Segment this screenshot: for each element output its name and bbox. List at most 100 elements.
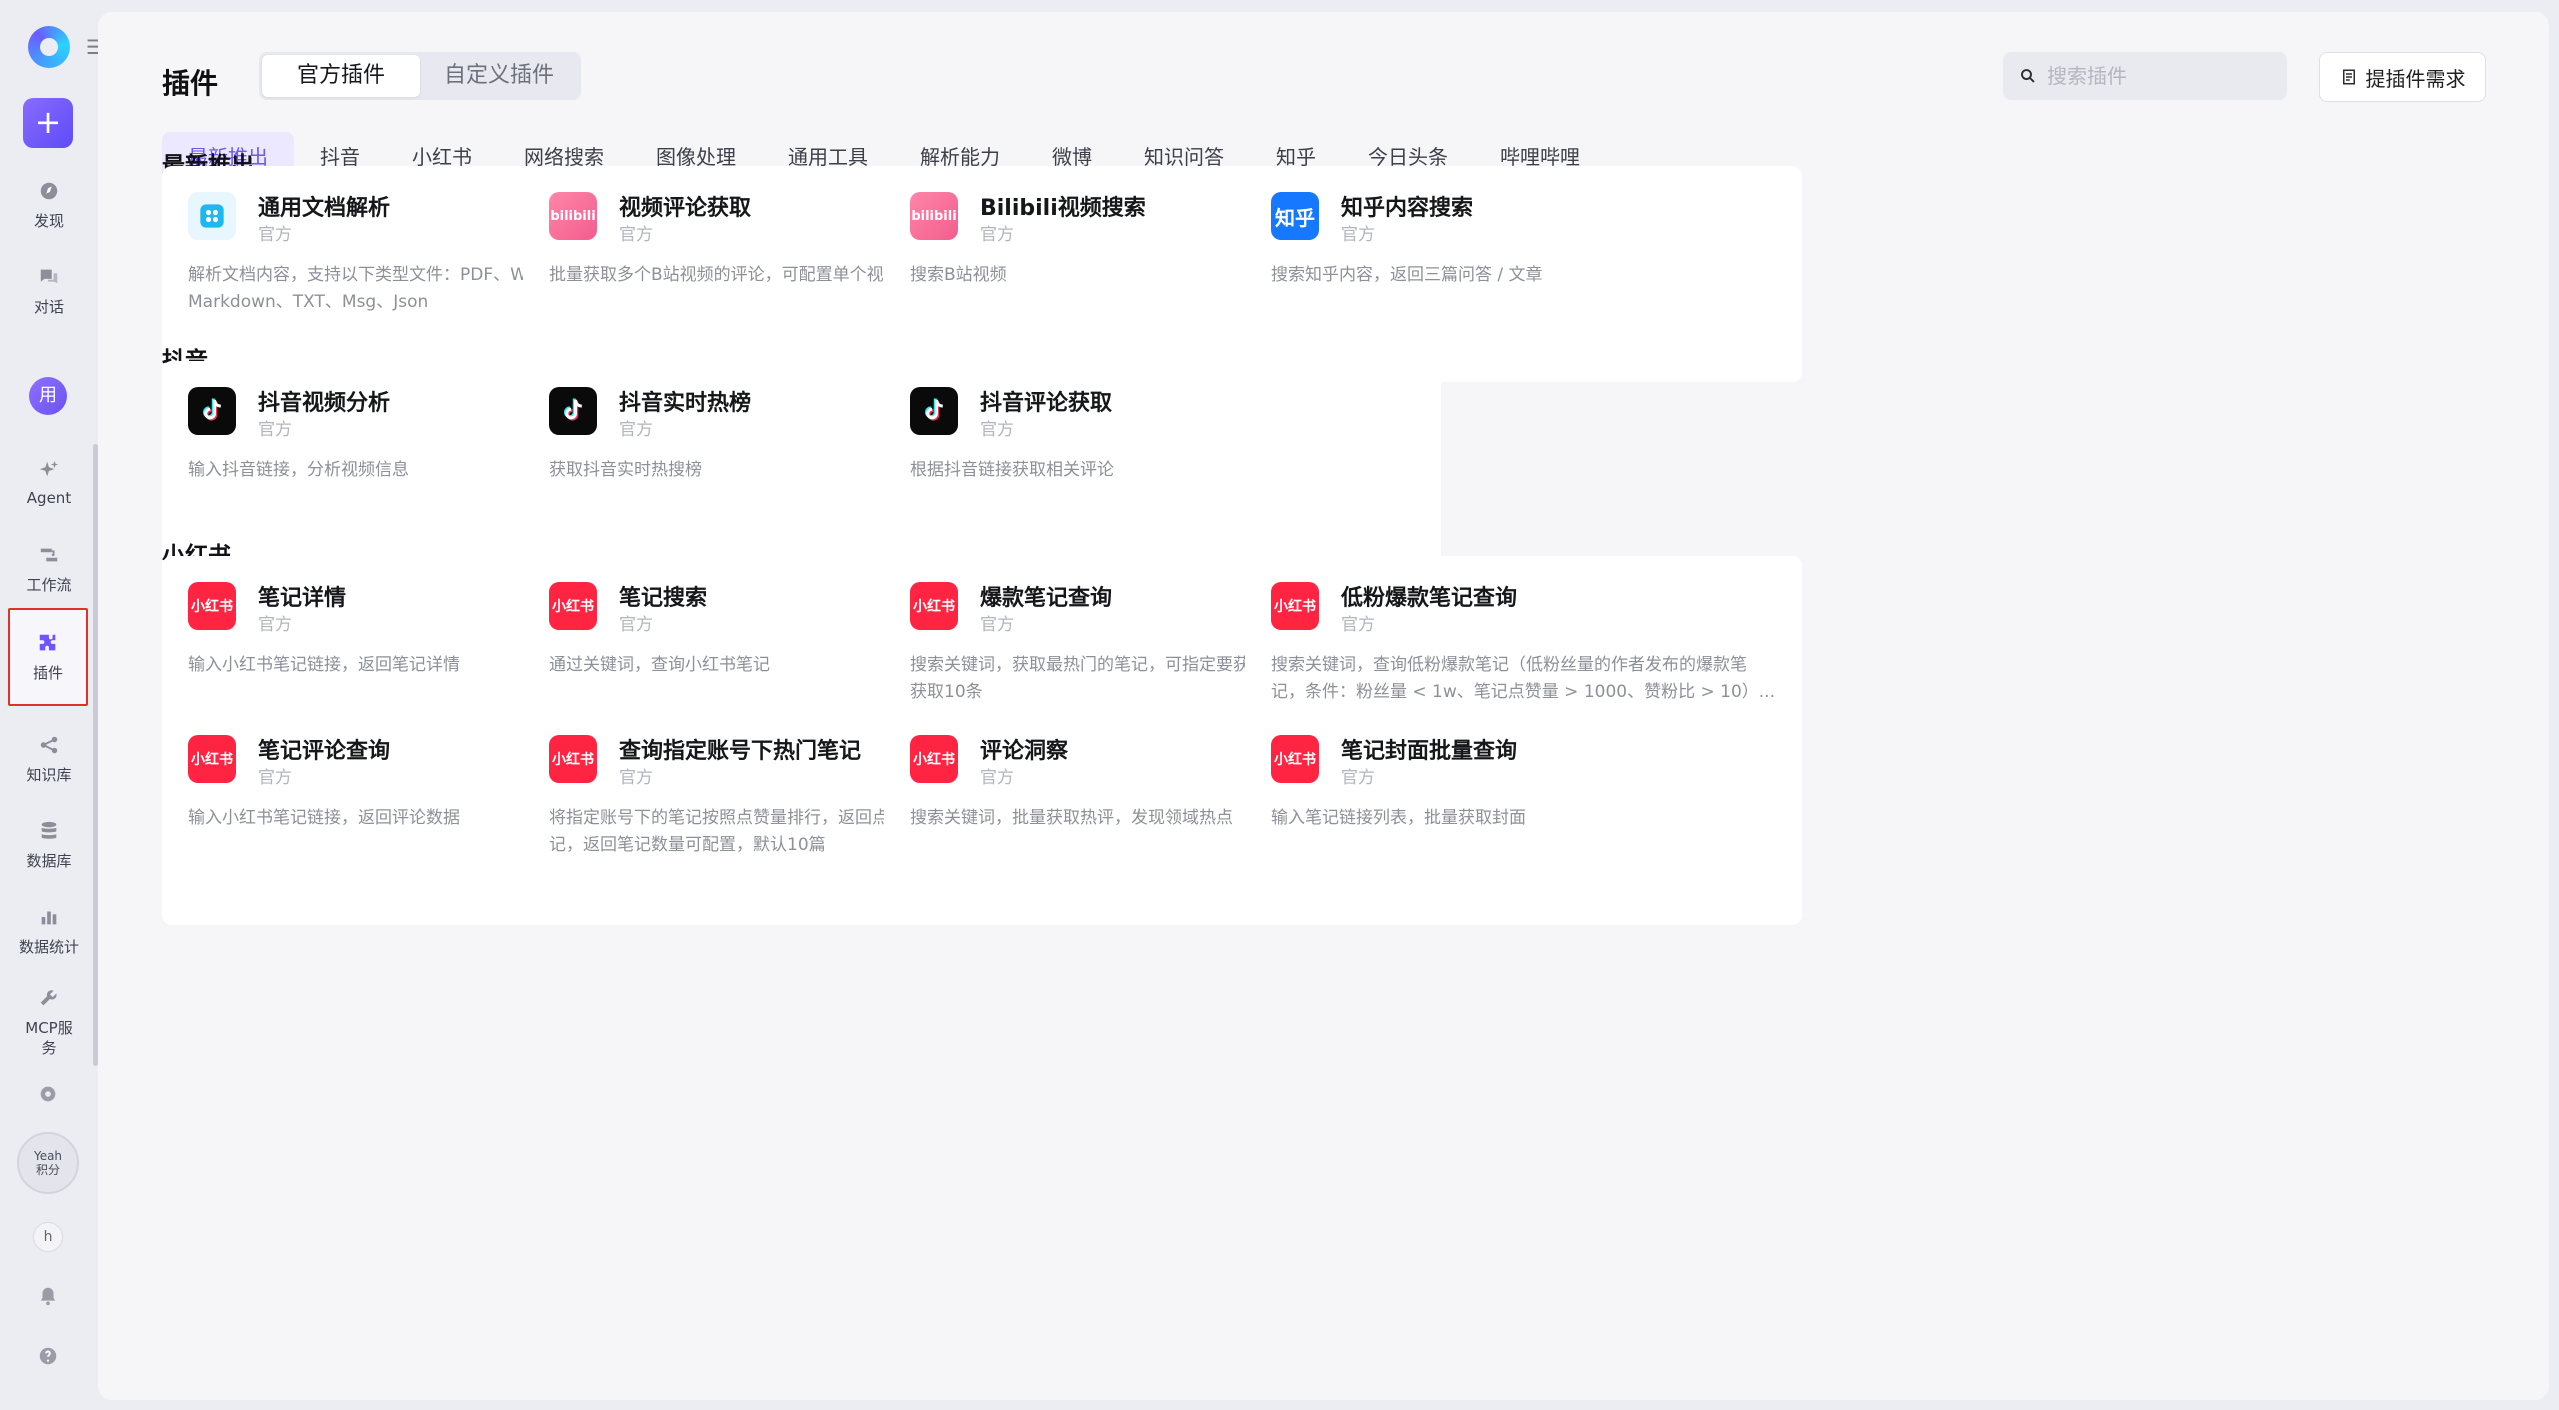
nav-label: 数据统计 <box>18 937 79 956</box>
help-icon[interactable] <box>34 1342 62 1370</box>
plugin-source: 官方 <box>258 420 292 440</box>
request-plugin-label: 提插件需求 <box>2365 66 2466 91</box>
bilibili-icon: bilibili <box>549 192 597 240</box>
icon-text: bilibili <box>550 208 596 224</box>
nav-mcp[interactable]: MCP服务 <box>0 978 98 1068</box>
plugin-source: 官方 <box>619 225 653 245</box>
plugin-icon <box>37 632 59 654</box>
search-box <box>2003 52 2287 100</box>
app-root: ☰ + 发现 对话 用 Agent 工作流 插件 知识库 数据库 数据统计 MC… <box>0 0 2559 1410</box>
app-logo[interactable] <box>28 26 70 68</box>
nav-workflow[interactable]: 工作流 <box>0 532 98 606</box>
nav-chat[interactable]: 对话 <box>0 254 98 328</box>
note-icon <box>2342 69 2355 85</box>
plugin-title: Bilibili视频搜索 <box>980 196 1146 221</box>
tab-custom[interactable]: 自定义插件 <box>420 55 578 97</box>
nav-discover[interactable]: 发现 <box>0 168 98 242</box>
plugin-source: 官方 <box>1341 225 1375 245</box>
database-icon <box>38 820 60 842</box>
plugin-source: 官方 <box>980 420 1014 440</box>
nav-label: 知识库 <box>26 765 72 784</box>
plugin-title: 笔记详情 <box>258 586 347 611</box>
plugin-title: 笔记封面批量查询 <box>1341 739 1518 764</box>
plugin-source: 官方 <box>1341 768 1375 788</box>
points-line2: 积分 <box>35 1163 60 1177</box>
nav-label: Agent <box>26 489 72 507</box>
workspace-avatar[interactable]: 用 <box>29 377 67 415</box>
sparkle-icon <box>38 459 60 481</box>
workflow-icon <box>38 544 60 566</box>
plugin-title: 笔记搜索 <box>619 586 708 611</box>
nav-label: 插件 <box>32 663 63 682</box>
settings-icon[interactable] <box>34 1080 62 1108</box>
points-badge[interactable]: Yeah 积分 <box>17 1132 79 1194</box>
nav-database[interactable]: 数据库 <box>0 808 98 882</box>
new-button[interactable]: + <box>23 98 73 148</box>
plugin-source: 官方 <box>980 615 1014 635</box>
search-icon <box>2021 69 2035 83</box>
icon-text: 小红书 <box>913 752 955 768</box>
douyin-icon <box>549 387 597 435</box>
zhihu-icon: 知乎 <box>1271 192 1319 240</box>
plugin-source: 官方 <box>980 225 1014 245</box>
logo-row: ☰ <box>0 22 104 72</box>
xiaohongshu-icon: 小红书 <box>188 735 236 783</box>
xiaohongshu-icon: 小红书 <box>910 582 958 630</box>
request-plugin-button[interactable]: 提插件需求 <box>2319 52 2486 102</box>
wrench-icon <box>38 988 60 1010</box>
plugin-description: 搜索知乎内容，返回三篇问答 / 文章 <box>1271 265 1543 285</box>
plugin-source: 官方 <box>980 768 1014 788</box>
plugin-card[interactable]: 抖音评论获取官方根据抖音链接获取相关评论 <box>884 361 1441 577</box>
icon-text: 小红书 <box>191 599 233 615</box>
main-panel: 插件 官方插件 自定义插件 提插件需求 最新推出抖音小红书网络搜索图像处理通用工… <box>98 12 2549 1400</box>
nav-label: 对话 <box>33 297 64 316</box>
knowledge-icon <box>38 734 60 756</box>
nav-agent[interactable]: Agent <box>0 446 98 520</box>
nav-label: MCP服务 <box>25 1019 73 1057</box>
douyin-icon <box>188 387 236 435</box>
plugin-description: 输入笔记链接列表，批量获取封面 <box>1271 808 1526 828</box>
icon-text: 小红书 <box>1274 752 1316 768</box>
tab-official[interactable]: 官方插件 <box>262 55 420 97</box>
icon-text: 小红书 <box>552 752 594 768</box>
icon-text: bilibili <box>911 208 957 224</box>
icon-text: 小红书 <box>1274 599 1316 615</box>
nav-label: 数据库 <box>26 851 72 870</box>
bell-icon[interactable] <box>34 1282 62 1310</box>
nav-stats[interactable]: 数据统计 <box>0 894 98 968</box>
plugin-title: 视频评论获取 <box>619 196 752 221</box>
discover-icon <box>38 180 60 202</box>
plugin-source: 官方 <box>619 768 653 788</box>
plugin-card[interactable]: 知乎 知乎内容搜索官方搜索知乎内容，返回三篇问答 / 文章 <box>1245 166 1802 382</box>
points-line1: Yeah <box>33 1149 63 1163</box>
xiaohongshu-icon: 小红书 <box>910 735 958 783</box>
xiaohongshu-icon: 小红书 <box>1271 735 1319 783</box>
plugin-card[interactable]: 小红书 笔记封面批量查询官方输入笔记链接列表，批量获取封面 <box>1245 709 1802 925</box>
plugin-source: 官方 <box>258 768 292 788</box>
plugin-title: 通用文档解析 <box>258 196 391 221</box>
plugin-title: 查询指定账号下热门笔记 <box>619 739 862 764</box>
plugin-title: 爆款笔记查询 <box>980 586 1113 611</box>
plugin-type-tabs: 官方插件 自定义插件 <box>259 52 581 100</box>
page-title: 插件 <box>162 67 219 100</box>
plugin-source: 官方 <box>619 615 653 635</box>
icon-text: 知乎 <box>1275 205 1315 230</box>
search-input[interactable] <box>2047 64 2277 88</box>
user-avatar[interactable]: h <box>33 1222 63 1252</box>
plugin-title: 笔记评论查询 <box>258 739 391 764</box>
plugin-source: 官方 <box>619 420 653 440</box>
plugin-title: 抖音实时热榜 <box>619 391 752 416</box>
plugin-description: 根据抖音链接获取相关评论 <box>910 460 1114 480</box>
stats-icon <box>38 906 60 928</box>
plugin-source: 官方 <box>258 615 292 635</box>
xiaohongshu-icon: 小红书 <box>1271 582 1319 630</box>
plugin-title: 抖音评论获取 <box>980 391 1113 416</box>
nav-knowledge[interactable]: 知识库 <box>0 722 98 796</box>
plugin-source: 官方 <box>258 225 292 245</box>
nav-plugin[interactable]: 插件 <box>8 608 88 706</box>
plugin-description: 搜索关键词，查询低粉爆款笔记（低粉丝量的作者发布的爆款笔记，条件：粉丝量 < 1… <box>1271 655 1775 702</box>
plugin-title: 知乎内容搜索 <box>1341 196 1474 221</box>
icon-text: 小红书 <box>913 599 955 615</box>
icon-text: 小红书 <box>552 599 594 615</box>
icon-text: 小红书 <box>191 752 233 768</box>
